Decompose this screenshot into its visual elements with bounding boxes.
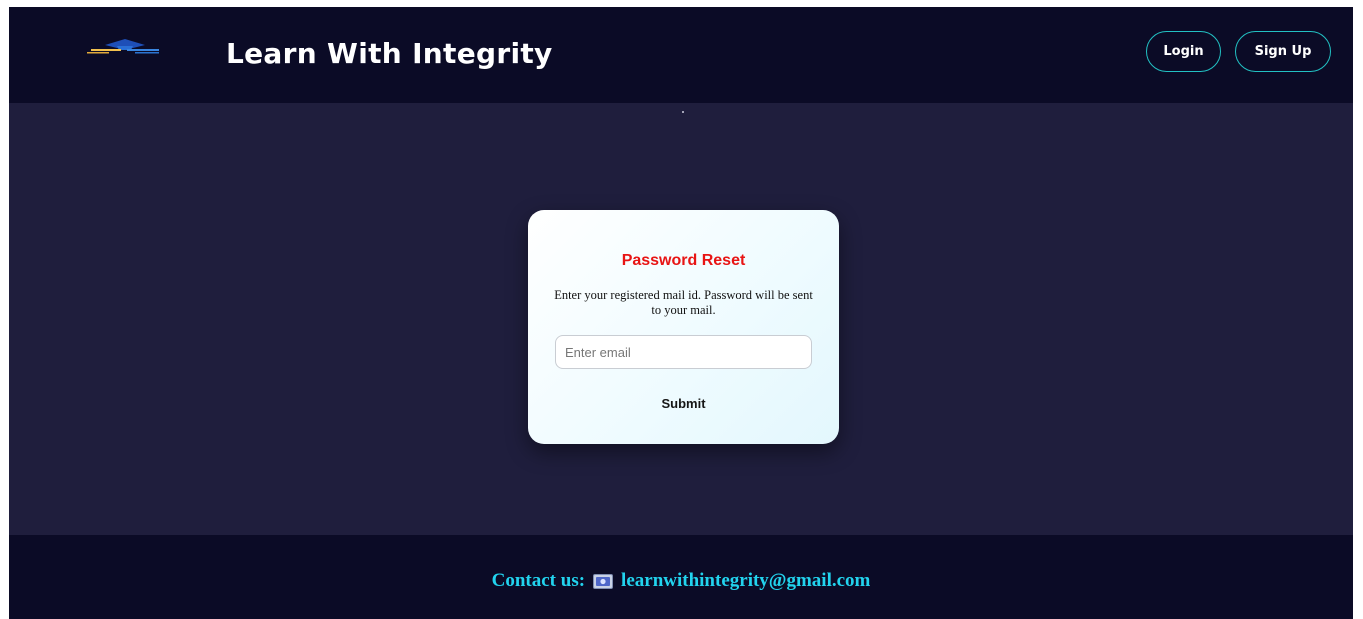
page: Learn With Integrity Login Sign Up Passw… xyxy=(9,7,1353,619)
contact-label: Contact us: xyxy=(491,570,586,591)
password-reset-description: Enter your registered mail id. Password … xyxy=(554,288,813,317)
site-header: Learn With Integrity Login Sign Up xyxy=(9,7,1353,103)
password-reset-card: Password Reset Enter your registered mai… xyxy=(528,210,839,444)
contact-line: Contact us: learnwithintegrity@gmail.com xyxy=(9,570,1353,592)
sign-up-button[interactable]: Sign Up xyxy=(1235,31,1331,72)
email-icon xyxy=(593,573,614,589)
site-footer: Contact us: learnwithintegrity@gmail.com xyxy=(9,535,1353,619)
graduation-cap-logo-icon[interactable] xyxy=(87,37,161,59)
contact-email-link[interactable]: learnwithintegrity@gmail.com xyxy=(621,570,870,592)
site-title[interactable]: Learn With Integrity xyxy=(226,37,553,70)
decorative-dot xyxy=(682,111,684,113)
submit-button[interactable]: Submit xyxy=(633,389,734,417)
email-input[interactable] xyxy=(555,335,812,369)
login-button[interactable]: Login xyxy=(1146,31,1221,72)
password-reset-title: Password Reset xyxy=(621,252,746,269)
